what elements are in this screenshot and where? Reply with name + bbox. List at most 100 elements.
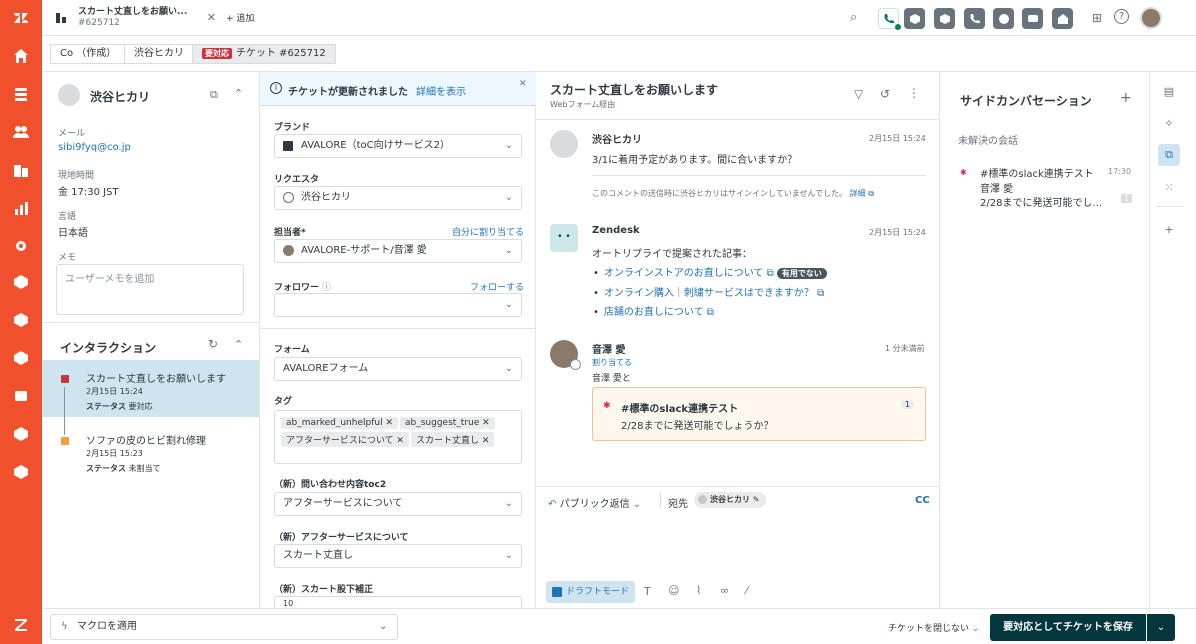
- breadcrumb-organization[interactable]: Co （作成）: [50, 44, 127, 64]
- refresh-icon[interactable]: ↻: [208, 337, 218, 351]
- article-link[interactable]: • オンライン購入｜刺繍サービスはできますか？ ⧉: [593, 284, 824, 299]
- interactions-title: インタラクション: [60, 341, 157, 355]
- emoji-icon[interactable]: ☺: [668, 584, 679, 597]
- app-icon[interactable]: [1052, 8, 1073, 29]
- product-tray-icon[interactable]: ⊞: [1092, 11, 1102, 25]
- tags-field[interactable]: ab_marked_unhelpful ✕ ab_suggest_true ✕ アフ…: [274, 410, 522, 464]
- cc-button[interactable]: CC: [915, 495, 930, 506]
- tag-chip: ab_marked_unhelpful ✕: [281, 417, 398, 429]
- close-ticket-toggle[interactable]: チケットを閉じない ⌄: [888, 621, 979, 634]
- draft-mode-button[interactable]: ドラフトモード: [546, 581, 636, 603]
- interaction-item[interactable]: スカート丈直しをお願いします 2月15日 15:24 ステータス 要対応: [42, 360, 259, 435]
- search-icon[interactable]: ⌕: [850, 10, 857, 25]
- assign-event[interactable]: 割り当てる: [592, 357, 632, 368]
- close-tab-icon[interactable]: ✕: [207, 11, 216, 24]
- notes-field[interactable]: ユーザーメモを追加: [56, 264, 244, 315]
- add-side-conversation-icon[interactable]: +: [1120, 90, 1132, 106]
- add-app-icon[interactable]: +: [1158, 218, 1180, 240]
- save-options-button[interactable]: ⌄: [1147, 614, 1175, 641]
- user-pane: 渋谷ヒカリ ⧉ ⌃ メール sibi9fyq@co.jp 現地時間 金 17:3…: [42, 72, 260, 608]
- side-conversation-item[interactable]: ✱ #標準のslack連携テスト 17:30 音澤 愛 2/28までに発送可能で…: [940, 156, 1149, 209]
- requester-select[interactable]: 渋谷ヒカリ ⌄: [274, 186, 522, 210]
- interaction-item[interactable]: ソファの皮のヒビ割れ修理 2月15日 15:23 ステータス 未割当て: [42, 422, 259, 479]
- customers-icon[interactable]: [11, 122, 31, 142]
- more-options-icon[interactable]: ⋮: [908, 86, 920, 100]
- app-cube-icon[interactable]: [934, 8, 955, 29]
- email-label: メール: [58, 129, 86, 139]
- user-avatar[interactable]: [1140, 7, 1162, 29]
- field3-input[interactable]: 10: [274, 596, 522, 608]
- assignee-select[interactable]: AVALORE-サポート/音澤 愛 ⌄: [274, 239, 522, 263]
- message-body: オートリプライで提案された記事：: [592, 249, 752, 260]
- app-icon[interactable]: [11, 424, 31, 444]
- app-icon[interactable]: [11, 348, 31, 368]
- breadcrumb-user[interactable]: 渋谷ヒカリ: [124, 44, 194, 64]
- save-ticket-button[interactable]: 要対応としてチケットを保存: [990, 614, 1146, 641]
- add-tab-button[interactable]: + 追加: [226, 11, 254, 24]
- knowledge-icon[interactable]: ✧: [1158, 112, 1180, 134]
- help-icon[interactable]: ?: [1114, 9, 1129, 24]
- language-label: 言語: [58, 212, 77, 222]
- form-select[interactable]: AVALOREフォーム ⌄: [274, 357, 522, 381]
- customer-context-icon[interactable]: ▤: [1158, 80, 1180, 102]
- apps-icon[interactable]: ⁙: [1158, 176, 1180, 198]
- reply-count: 1: [901, 400, 915, 409]
- text-format-icon[interactable]: T: [644, 585, 651, 598]
- phone-active-icon[interactable]: [878, 8, 901, 30]
- user-name[interactable]: 渋谷ヒカリ: [90, 88, 150, 105]
- follow-link[interactable]: フォローする: [470, 280, 524, 293]
- side-conv-author: 音澤 愛: [980, 184, 1014, 195]
- recipient-chip[interactable]: 渋谷ヒカリ ✎: [694, 492, 766, 508]
- chevron-down-icon: ⌄: [504, 140, 513, 151]
- app-icon[interactable]: [11, 310, 31, 330]
- settings-icon[interactable]: [11, 236, 31, 256]
- banner-link[interactable]: 詳細を表示: [416, 83, 466, 98]
- filter-icon[interactable]: ▽: [854, 87, 863, 101]
- requester-avatar: [58, 84, 80, 106]
- close-icon[interactable]: ✕: [519, 79, 527, 89]
- form-value: AVALOREフォーム: [283, 363, 369, 374]
- magic-wand-icon[interactable]: ⁄: [746, 584, 748, 597]
- chevron-up-icon[interactable]: ⌃: [234, 87, 243, 100]
- app-icon[interactable]: [11, 386, 31, 406]
- follower-select[interactable]: ⌄: [274, 293, 522, 317]
- email-value[interactable]: sibi9fyq@co.jp: [58, 142, 131, 153]
- article-link[interactable]: • オンラインストアのお直しについて ⧉ 有用でない: [593, 264, 827, 279]
- breadcrumb-ticket[interactable]: 要対応 チケット #625712: [192, 44, 336, 64]
- zendesk-z-icon[interactable]: [11, 614, 31, 634]
- article-link[interactable]: • 店舗のお直しについて ⧉: [593, 303, 714, 318]
- assign-self-link[interactable]: 自分に割り当てる: [452, 225, 524, 238]
- phone-icon[interactable]: [964, 8, 985, 29]
- app-cube-icon[interactable]: [904, 8, 925, 29]
- reporting-icon[interactable]: [11, 198, 31, 218]
- attachment-icon[interactable]: ⌇: [696, 584, 701, 597]
- history-icon[interactable]: ↺: [880, 87, 890, 101]
- brand-select[interactable]: AVALORE（toC向けサービス2） ⌄: [274, 134, 522, 158]
- app-icon[interactable]: [11, 272, 31, 292]
- signin-note: このコメントの送信時に渋谷ヒカリはサインインしていませんでした。 詳細 ⧉: [592, 189, 874, 198]
- chevron-up-icon[interactable]: ⌃: [234, 338, 243, 351]
- reply-mode-select[interactable]: ↶ パブリック返信 ⌄: [548, 495, 641, 510]
- chat-icon[interactable]: [1022, 8, 1043, 29]
- side-conversation-card[interactable]: ✱ #標準のslack連携テスト 1 2/28までに発送可能でしょうか？: [592, 387, 926, 441]
- app-icon[interactable]: [11, 462, 31, 482]
- context-bar: Co （作成） 渋谷ヒカリ 要対応 チケット #625712: [42, 36, 1196, 72]
- home-icon[interactable]: [11, 46, 31, 66]
- link-icon[interactable]: ∞: [720, 584, 729, 597]
- field1-select[interactable]: アフターサービスについて ⌄: [274, 492, 522, 516]
- whatsapp-icon[interactable]: [993, 8, 1014, 29]
- edit-icon[interactable]: ✎: [753, 495, 760, 504]
- to-label: 宛先: [668, 499, 688, 510]
- zendesk-bot-avatar: • •: [550, 224, 578, 252]
- organizations-icon[interactable]: [11, 160, 31, 180]
- zendesk-logo-icon[interactable]: [11, 8, 31, 28]
- views-icon[interactable]: [11, 84, 31, 104]
- open-external-icon[interactable]: ⧉: [210, 88, 218, 102]
- ticket-tab[interactable]: スカート丈直しをお願い... #625712 ✕: [50, 0, 216, 36]
- message-author: 音澤 愛: [592, 345, 626, 356]
- side-conversations-icon[interactable]: ⧉: [1158, 144, 1180, 166]
- field2-select[interactable]: スカート丈直し ⌄: [274, 544, 522, 568]
- message-author: 渋谷ヒカリ: [592, 135, 642, 146]
- chevron-down-icon: ⌄: [504, 550, 513, 561]
- macro-select[interactable]: ϟ マクロを適用 ⌄: [50, 614, 398, 640]
